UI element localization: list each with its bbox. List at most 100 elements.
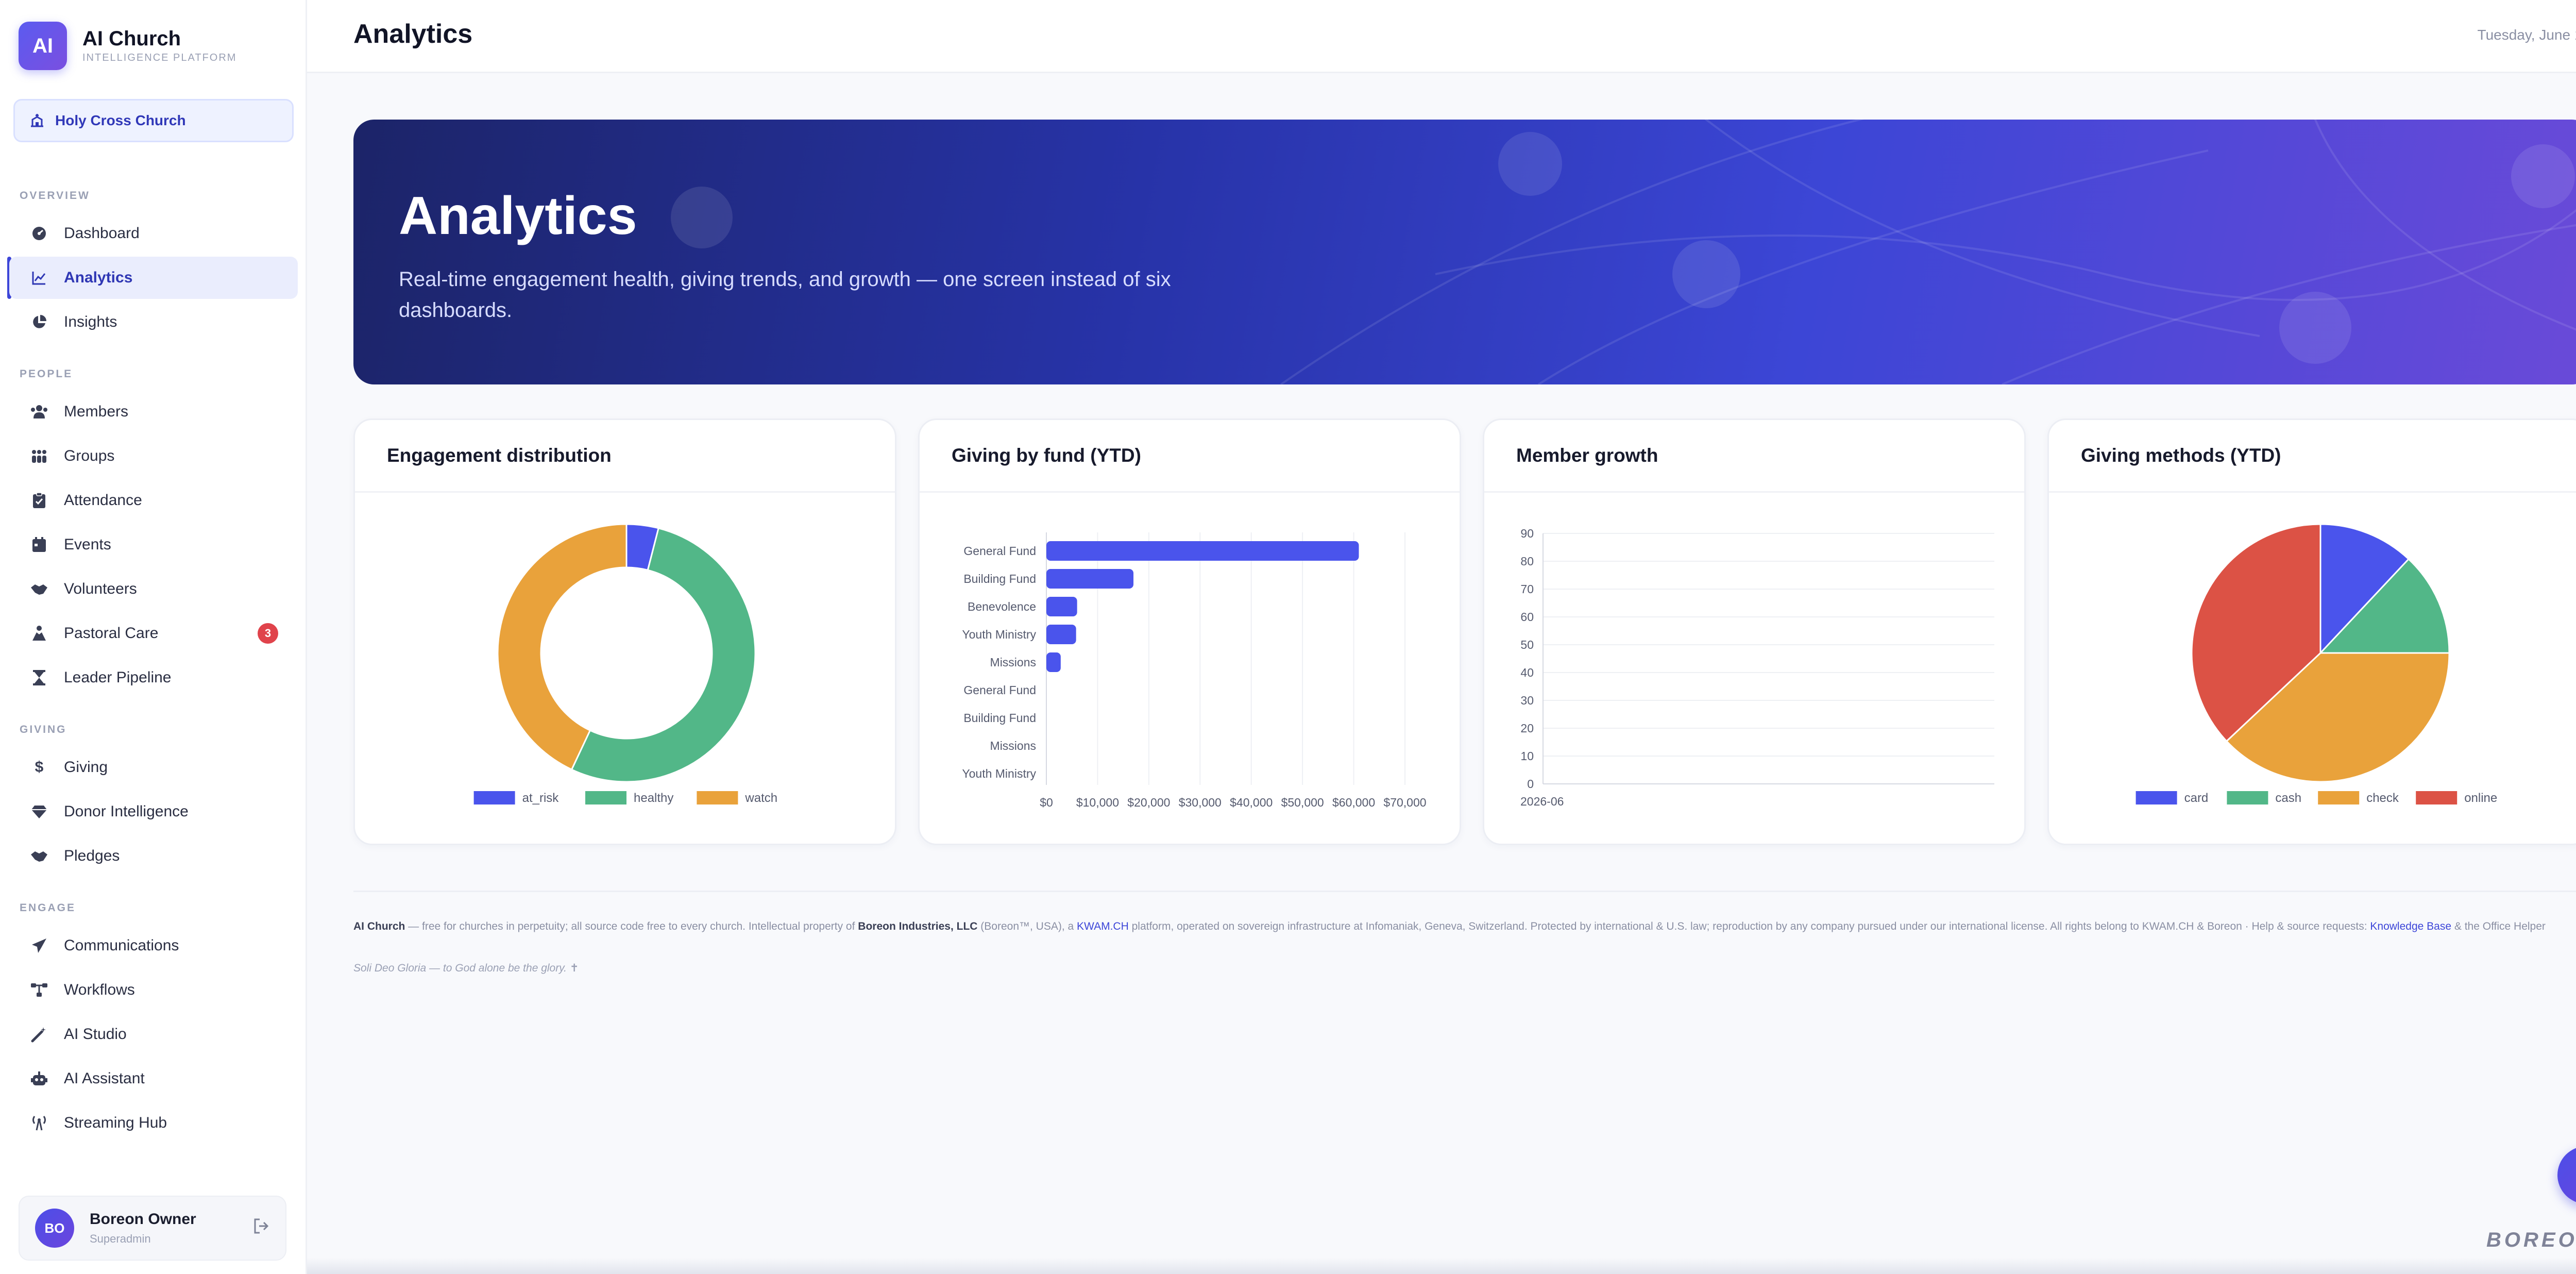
member-growth-line-chart: 0 10 20 30 40 50 60 70 80 90 2026-06 xyxy=(1520,527,1994,808)
footer-divider xyxy=(353,891,2576,892)
y-tick-label: 20 xyxy=(1520,722,1534,735)
sidebar-item-label: Giving xyxy=(64,759,108,776)
church-selector[interactable]: Holy Cross Church xyxy=(13,99,294,142)
paper-plane-icon xyxy=(30,936,48,955)
handshake-icon xyxy=(30,580,48,598)
chart-line-icon xyxy=(30,269,48,287)
sidebar-item-streaming-hub[interactable]: Streaming Hub xyxy=(9,1102,298,1144)
bar xyxy=(1046,541,1359,561)
giving-methods-pie-chart: card cash check online xyxy=(2136,523,2497,805)
y-tick-label: 80 xyxy=(1520,555,1534,568)
sidebar-item-label: Pledges xyxy=(64,847,120,864)
legend-swatch-at-risk xyxy=(473,791,515,804)
hero-subtitle: Real-time engagement health, giving tren… xyxy=(399,268,1171,322)
engagement-donut-chart: at_risk healthy watch xyxy=(473,523,777,805)
y-tick-label: Benevolence xyxy=(968,600,1036,613)
y-tick-label: 50 xyxy=(1520,638,1534,651)
footer-legal: AI Church — free for churches in perpetu… xyxy=(353,917,2576,936)
sidebar-item-dashboard[interactable]: Dashboard xyxy=(9,212,298,255)
sidebar-item-analytics[interactable]: Analytics xyxy=(9,257,298,299)
bar xyxy=(1046,569,1134,589)
y-tick-label: Building Fund xyxy=(963,711,1036,725)
clipboard-icon xyxy=(30,491,48,510)
legend-label: check xyxy=(2366,791,2399,805)
sidebar-item-label: Attendance xyxy=(64,492,142,509)
logout-icon[interactable] xyxy=(252,1217,270,1239)
sidebar-item-label: Dashboard xyxy=(64,225,140,242)
magic-wand-icon xyxy=(30,1025,48,1044)
footer-company: Boreon Industries, LLC xyxy=(858,920,978,932)
sidebar-item-members[interactable]: Members xyxy=(9,391,298,433)
sidebar-item-label: AI Studio xyxy=(64,1026,127,1043)
brand[interactable]: AI AI Church INTELLIGENCE PLATFORM xyxy=(19,22,236,70)
footer-text-part: platform, operated on sovereign infrastr… xyxy=(1128,920,2370,932)
sidebar-item-groups[interactable]: Groups xyxy=(9,435,298,477)
legend-label: online xyxy=(2464,791,2497,805)
kwamch-link[interactable]: KWAM.CH xyxy=(1077,920,1129,932)
sidebar-item-label: Insights xyxy=(64,313,117,330)
y-tick-label: 10 xyxy=(1520,749,1534,763)
x-tick-label: $30,000 xyxy=(1179,796,1222,809)
sidebar-item-label: Events xyxy=(64,536,111,553)
brand-name: AI Church xyxy=(82,27,181,50)
legend-swatch-watch xyxy=(697,791,738,804)
legend-label: watch xyxy=(744,791,777,805)
hero-network-decoration xyxy=(671,120,2576,384)
bar xyxy=(1046,652,1061,672)
x-tick-label: $60,000 xyxy=(1332,796,1375,809)
current-date: Tuesday, June 16 xyxy=(2477,27,2576,43)
footer-verse: Soli Deo Gloria — to God alone be the gl… xyxy=(353,962,579,974)
sidebar-item-communications[interactable]: Communications xyxy=(9,925,298,967)
legend-swatch-cash xyxy=(2227,791,2268,804)
sidebar-item-events[interactable]: Events xyxy=(9,524,298,566)
brand-logo: AI xyxy=(19,22,67,70)
sidebar-item-donor-intelligence[interactable]: Donor Intelligence xyxy=(9,791,298,833)
nav-section-overview: OVERVIEW xyxy=(20,190,90,202)
church-selector-label: Holy Cross Church xyxy=(55,112,186,128)
y-tick-label: 40 xyxy=(1520,666,1534,679)
sidebar-item-pastoral-care[interactable]: Pastoral Care 3 xyxy=(9,612,298,655)
y-tick-label: 30 xyxy=(1520,694,1534,707)
users-icon xyxy=(30,403,48,421)
bottom-fade xyxy=(307,1258,2576,1274)
sidebar-item-giving[interactable]: $ Giving xyxy=(9,746,298,789)
dollar-icon: $ xyxy=(35,759,44,776)
help-chat-button[interactable] xyxy=(2557,1146,2576,1204)
groups-icon xyxy=(30,447,48,465)
sidebar-item-volunteers[interactable]: Volunteers xyxy=(9,568,298,610)
legend-label: card xyxy=(2184,791,2209,805)
y-tick-label: Building Fund xyxy=(963,572,1036,585)
sidebar-item-ai-assistant[interactable]: AI Assistant xyxy=(9,1058,298,1100)
gem-icon xyxy=(30,802,48,821)
sidebar-item-label: Streaming Hub xyxy=(64,1114,167,1131)
y-tick-label: General Fund xyxy=(963,544,1036,558)
sidebar-item-ai-studio[interactable]: AI Studio xyxy=(9,1013,298,1055)
calendar-icon xyxy=(30,535,48,554)
sidebar-item-label: Groups xyxy=(64,447,115,464)
gauge-icon xyxy=(30,224,48,243)
pie-slice-watch xyxy=(497,523,628,771)
sidebar-item-leader-pipeline[interactable]: Leader Pipeline xyxy=(9,657,298,699)
sidebar-item-label: Communications xyxy=(64,937,179,954)
sidebar-item-label: Members xyxy=(64,403,129,420)
sidebar-item-pledges[interactable]: Pledges xyxy=(9,835,298,877)
top-bar: Analytics Tuesday, June 16 xyxy=(307,0,2576,73)
sidebar-item-label: Volunteers xyxy=(64,580,137,597)
x-tick-label: $50,000 xyxy=(1281,796,1324,809)
y-tick-label: Missions xyxy=(990,656,1036,669)
sidebar-item-attendance[interactable]: Attendance xyxy=(9,479,298,522)
legend-label: cash xyxy=(2275,791,2301,805)
nav-section-people: PEOPLE xyxy=(20,368,73,380)
user-name: Boreon Owner xyxy=(90,1211,196,1228)
user-card[interactable]: BO Boreon Owner Superadmin xyxy=(19,1196,286,1261)
robot-icon xyxy=(30,1069,48,1088)
sidebar-item-label: AI Assistant xyxy=(64,1070,145,1087)
sidebar-item-insights[interactable]: Insights xyxy=(9,301,298,343)
knowledge-base-link[interactable]: Knowledge Base xyxy=(2370,920,2451,932)
sidebar-item-label: Analytics xyxy=(64,269,133,286)
praying-icon xyxy=(30,624,48,643)
legend-swatch-card xyxy=(2136,791,2177,804)
sidebar-item-workflows[interactable]: Workflows xyxy=(9,969,298,1011)
nav-section-engage: ENGAGE xyxy=(20,902,76,914)
notification-badge: 3 xyxy=(258,623,278,644)
